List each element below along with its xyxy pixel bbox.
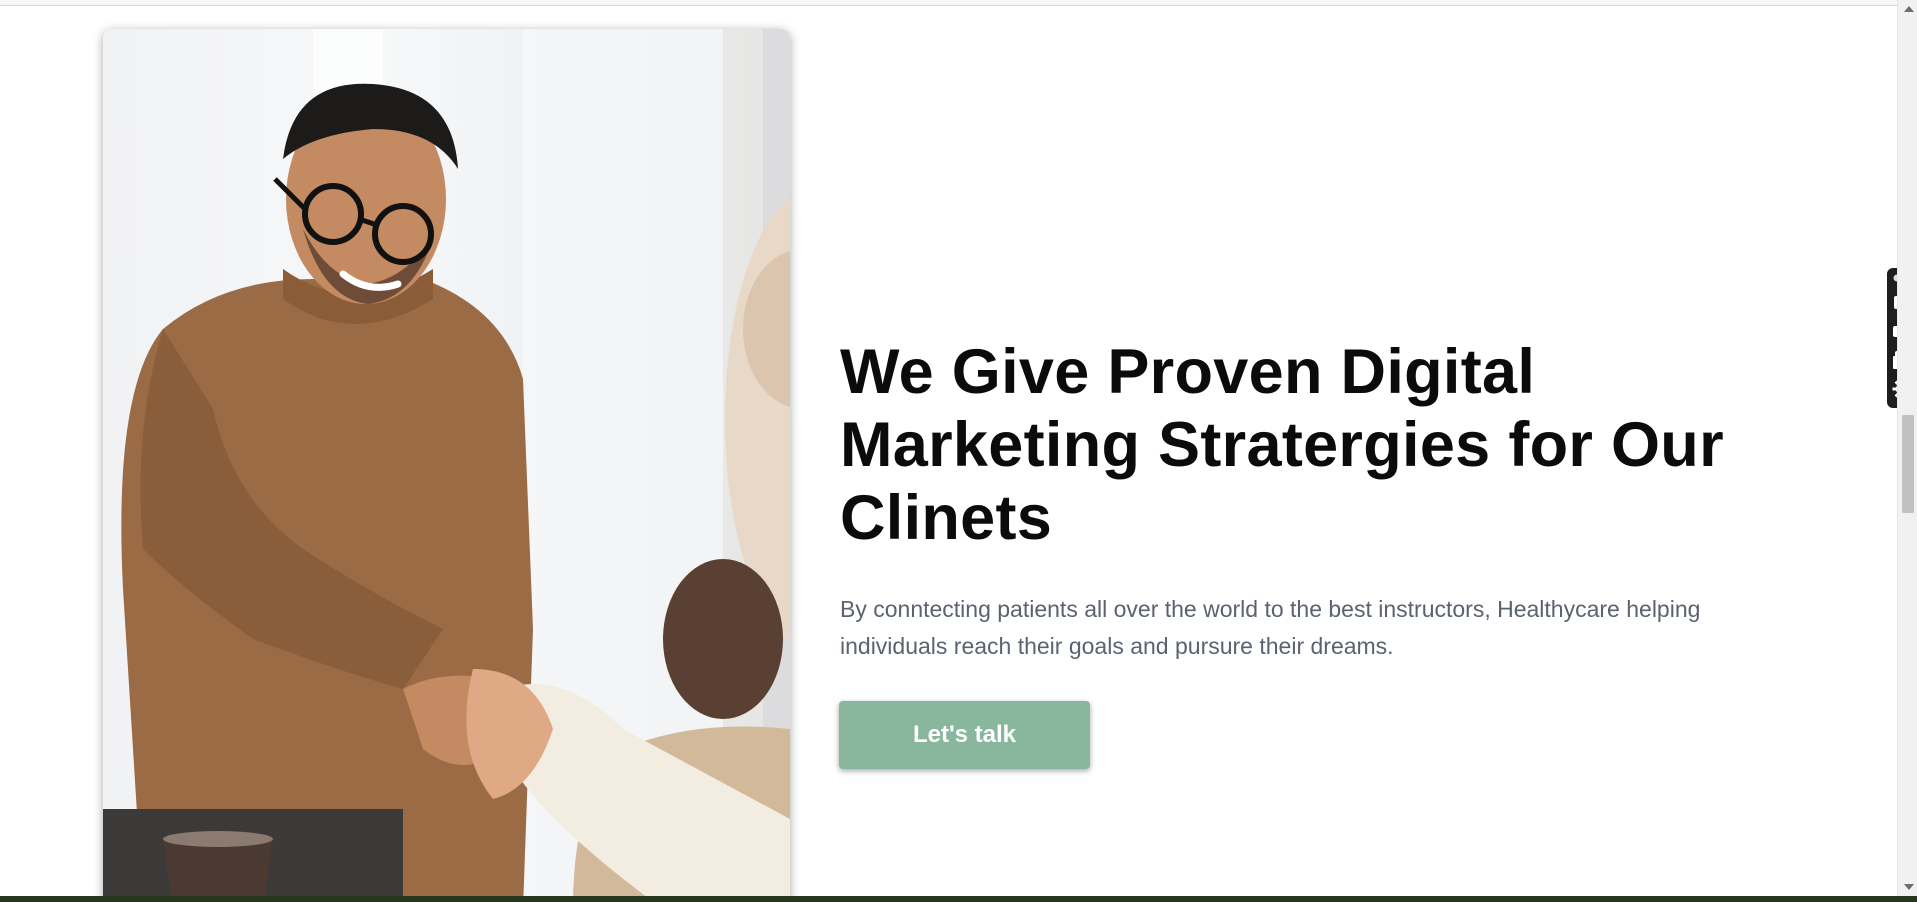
page-scrollbar[interactable] xyxy=(1897,0,1917,896)
hero-title: We Give Proven Digital Marketing Strater… xyxy=(840,337,1724,553)
scroll-down-arrow-icon[interactable] xyxy=(1904,884,1914,890)
scroll-up-arrow-icon[interactable] xyxy=(1904,6,1914,12)
scroll-thumb[interactable] xyxy=(1902,415,1914,513)
hero-photo xyxy=(103,29,790,896)
next-section-edge xyxy=(0,896,1917,902)
hero-description: By conntecting patients all over the wor… xyxy=(840,596,1701,659)
lets-talk-button[interactable]: Let's talk xyxy=(839,701,1090,769)
page-content: We Give Proven Digital Marketing Strater… xyxy=(0,6,1897,896)
